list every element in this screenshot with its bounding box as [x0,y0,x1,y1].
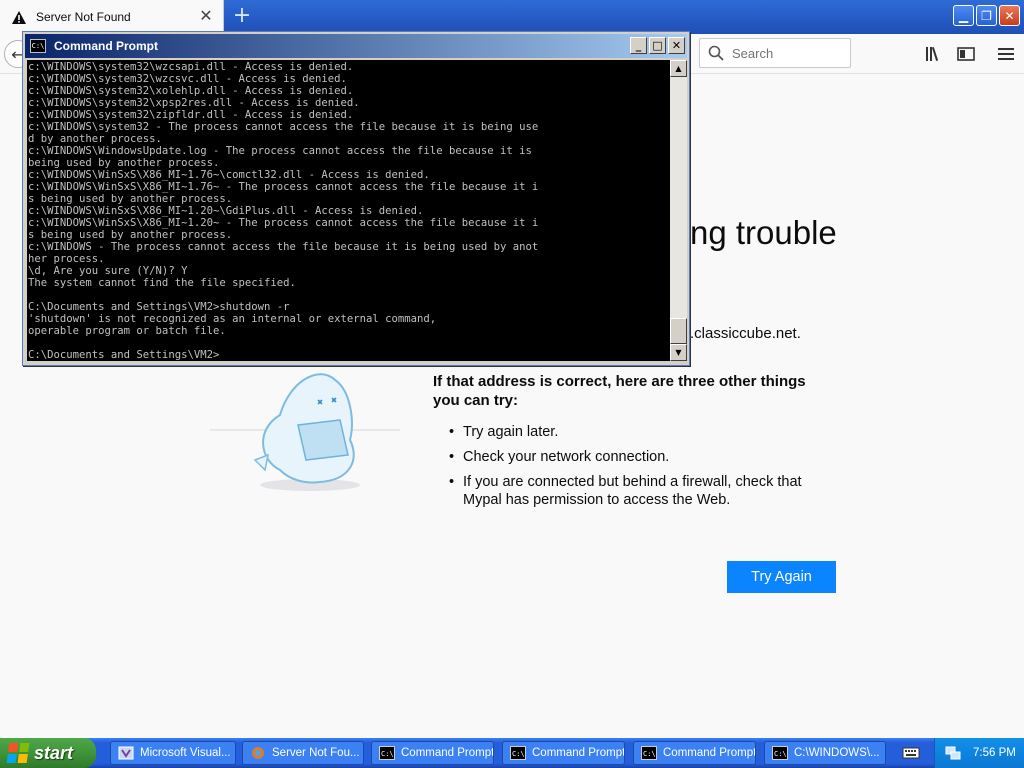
suggestion-item: Try again later. [433,423,823,441]
tab-server-not-found[interactable]: Server Not Found ✕ [0,0,224,34]
taskbar-item[interactable]: C:\ Command Prompt [371,741,494,765]
dinosaur-illustration [210,373,400,491]
browser-icon [252,747,264,759]
taskbar-item-label: Command Prompt [532,747,625,759]
error-subtitle: If that address is correct, here are thr… [433,373,806,409]
error-host-text: .classiccube.net. [690,325,801,342]
scroll-thumb[interactable] [670,318,687,344]
cmd-icon: C:\ [379,746,395,760]
clock[interactable]: 7:56 PM [973,747,1016,759]
cmd-minimize-button[interactable]: _ [630,37,647,54]
suggestion-list: Try again later. Check your network conn… [433,423,823,516]
svg-text:C:\: C:\ [643,750,656,758]
cmd-icon: C:\ [641,746,657,760]
error-title: ng trouble [690,214,837,251]
taskbar-item-label: Microsoft Visual... [140,747,231,759]
browser-tab-strip: Server Not Found ✕ + ▁ ❐ ✕ [0,0,1024,34]
start-label: start [34,742,74,763]
visual-studio-icon [118,746,134,760]
keyboard-icon[interactable] [902,745,920,761]
taskbar: start Microsoft Visual... Server Not Fou… [0,738,1024,768]
warning-icon [10,8,28,26]
close-tab-icon[interactable]: ✕ [199,8,213,24]
search-bar[interactable] [699,38,851,68]
cmd-app-icon: C:\ [30,39,46,53]
svg-text:C:\: C:\ [512,750,525,758]
svg-text:C:\: C:\ [774,750,787,758]
taskbar-item[interactable]: Microsoft Visual... [110,741,236,765]
suggestion-item: If you are connected but behind a firewa… [433,473,823,509]
tab-title: Server Not Found [36,10,131,24]
restore-button[interactable]: ❐ [976,5,997,26]
cmd-close-button[interactable]: ✕ [668,37,685,54]
suggestion-item: Check your network connection. [433,448,823,466]
taskbar-item[interactable]: C:\ Command Prompt [633,741,756,765]
taskbar-item-label: Command Prompt [663,747,756,759]
sidebar-icon[interactable] [956,44,976,64]
taskbar-item[interactable]: C:\ Command Prompt [502,741,625,765]
close-window-button[interactable]: ✕ [999,5,1020,26]
cmd-scrollbar[interactable]: ▲ ▼ [670,60,687,361]
new-tab-button[interactable]: + [230,4,254,28]
scroll-up-icon[interactable]: ▲ [670,60,687,77]
taskbar-item-label: Command Prompt [401,747,494,759]
scroll-down-icon[interactable]: ▼ [670,344,687,361]
window-controls: ▁ ❐ ✕ [953,5,1020,26]
system-tray: 7:56 PM [934,738,1024,768]
minimize-button[interactable]: ▁ [953,5,974,26]
cmd-console[interactable]: c:\WINDOWS\system32\wzcsapi.dll - Access… [27,60,670,361]
taskbar-item[interactable]: Server Not Fou... [242,741,364,765]
svg-text:C:\: C:\ [381,750,394,758]
taskbar-item-label: C:\WINDOWS\... [794,747,880,759]
start-button[interactable]: start [0,738,96,768]
library-icon[interactable] [924,44,944,64]
taskbar-item-label: Server Not Fou... [272,747,360,759]
cmd-titlebar[interactable]: C:\ Command Prompt _ □ ✕ [25,34,687,58]
cmd-icon: C:\ [510,746,526,760]
search-icon [708,45,724,61]
taskbar-item[interactable]: C:\ C:\WINDOWS\... [764,741,886,765]
try-again-button[interactable]: Try Again [727,561,836,593]
windows-logo-icon [6,743,30,763]
network-icon[interactable] [945,745,961,761]
menu-icon[interactable] [996,44,1016,64]
cmd-window-title: Command Prompt [54,39,159,53]
search-input[interactable] [732,45,842,61]
cmd-icon: C:\ [772,746,788,760]
command-prompt-window[interactable]: C:\ Command Prompt _ □ ✕ c:\WINDOWS\syst… [22,31,690,366]
cmd-maximize-button[interactable]: □ [649,37,666,54]
cmd-output: c:\WINDOWS\system32\wzcsapi.dll - Access… [28,61,539,361]
